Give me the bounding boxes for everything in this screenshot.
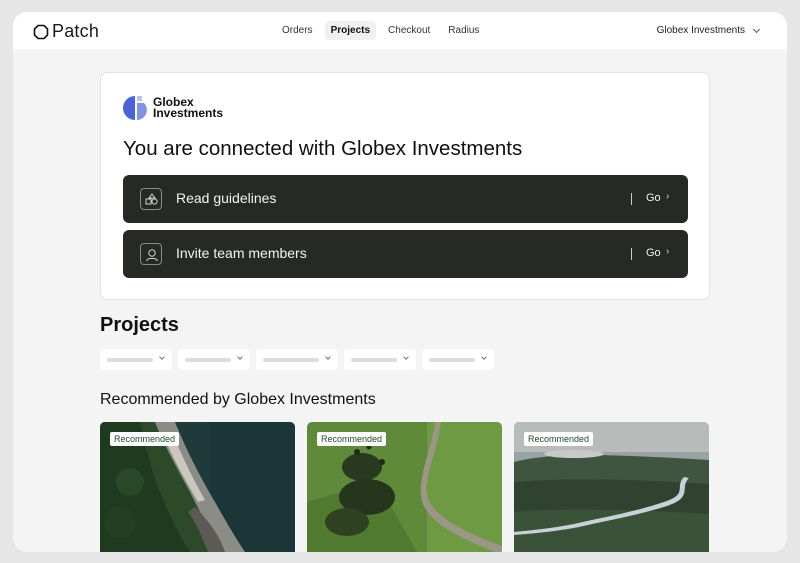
read-guidelines-button[interactable]: Read guidelines Go › [123, 175, 688, 223]
projects-heading: Projects [100, 314, 179, 336]
connection-card: Globex Investments You are connected wit… [100, 72, 710, 300]
chevron-down-icon [481, 354, 487, 360]
go-label: Go [646, 192, 661, 204]
chevron-down-icon [752, 25, 761, 33]
project-filters [100, 349, 494, 370]
project-card[interactable]: Recommended [100, 422, 295, 552]
top-navigation-bar: Patch Orders Projects Checkout Radius Gl… [13, 12, 787, 49]
account-name: Globex Investments [656, 25, 745, 36]
project-card[interactable]: Recommended [307, 422, 502, 552]
main-nav: Orders Projects Checkout Radius [276, 21, 485, 40]
go-label: Go [646, 247, 661, 259]
filter-dropdown[interactable] [100, 349, 172, 370]
nav-checkout[interactable]: Checkout [382, 21, 436, 40]
filter-dropdown[interactable] [178, 349, 250, 370]
filter-dropdown[interactable] [256, 349, 338, 370]
recommended-badge: Recommended [317, 432, 387, 446]
invite-team-members-label: Invite team members [176, 245, 307, 261]
recommended-heading: Recommended by Globex Investments [100, 391, 376, 408]
chevron-right-icon: › [666, 191, 670, 202]
app-name: Patch [52, 21, 100, 41]
divider [631, 193, 632, 205]
connection-title: You are connected with Globex Investment… [123, 137, 523, 160]
chevron-down-icon [325, 354, 331, 360]
filter-placeholder [185, 358, 231, 362]
filter-dropdown[interactable] [422, 349, 494, 370]
chevron-down-icon [403, 354, 409, 360]
invite-team-members-button[interactable]: Invite team members Go › [123, 230, 688, 278]
partner-name: Globex Investments [153, 95, 224, 120]
nav-radius[interactable]: Radius [442, 21, 485, 40]
filter-placeholder [107, 358, 153, 362]
filter-dropdown[interactable] [344, 349, 416, 370]
chevron-down-icon [237, 354, 243, 360]
partner-brand: Globex Investments [123, 95, 223, 121]
filter-placeholder [263, 358, 319, 362]
divider [631, 248, 632, 260]
nav-projects[interactable]: Projects [324, 21, 377, 40]
filter-placeholder [351, 358, 397, 362]
recommended-badge: Recommended [524, 432, 594, 446]
chevron-down-icon [159, 354, 165, 360]
project-card[interactable]: Recommended [514, 422, 709, 552]
recommended-badge: Recommended [110, 432, 180, 446]
globex-logo-icon [123, 96, 147, 120]
patch-logo-icon [33, 24, 49, 39]
shapes-icon [140, 188, 162, 210]
read-guidelines-label: Read guidelines [176, 190, 277, 206]
account-switcher[interactable]: Globex Investments [656, 25, 761, 36]
app-window: Patch Orders Projects Checkout Radius Gl… [13, 12, 787, 552]
filter-placeholder [429, 358, 475, 362]
patch-logo[interactable]: Patch [33, 21, 99, 42]
chevron-right-icon: › [666, 246, 670, 257]
user-icon [140, 243, 162, 265]
nav-orders[interactable]: Orders [276, 21, 319, 40]
